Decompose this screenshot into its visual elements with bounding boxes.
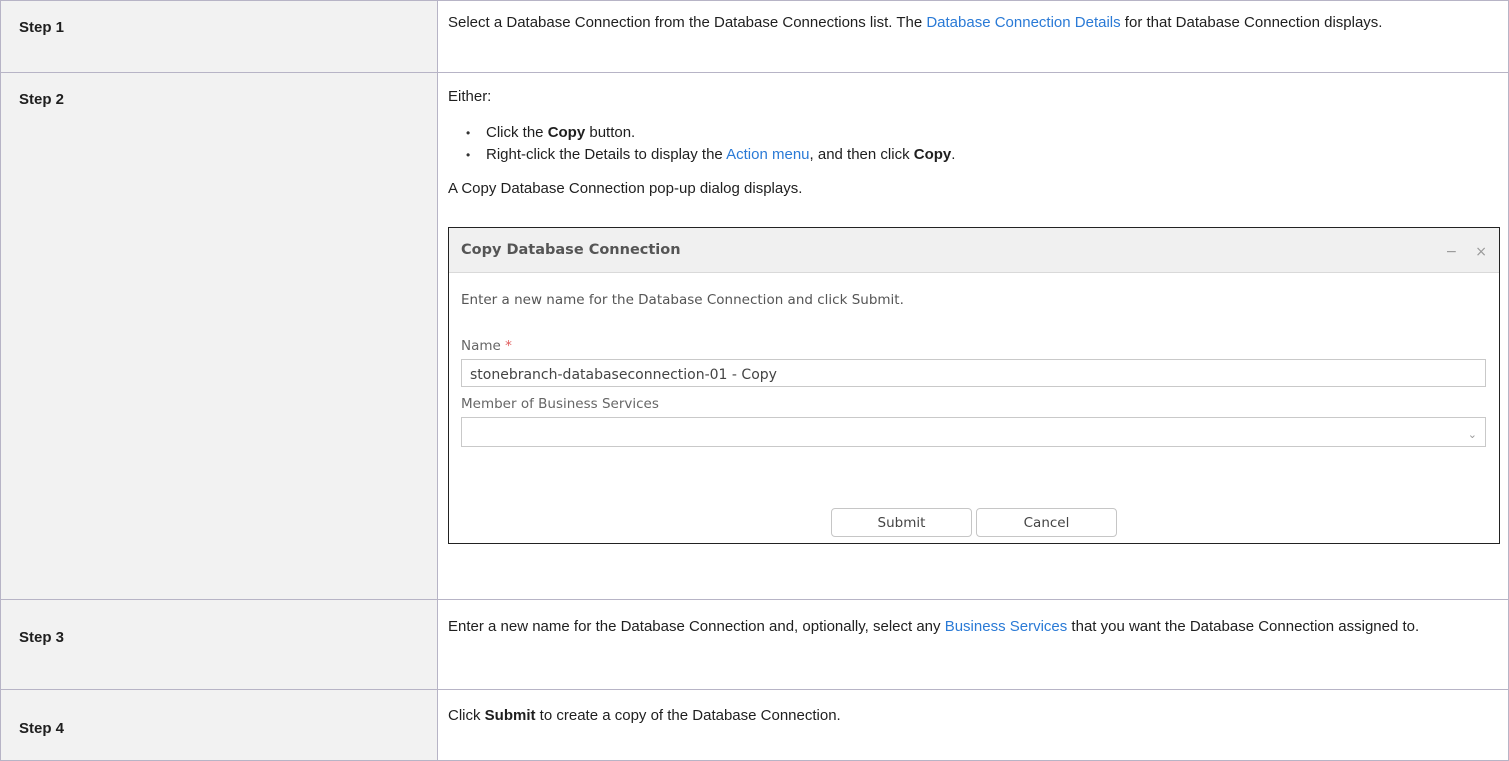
member-label: Member of Business Services — [461, 396, 659, 412]
name-label-text: Name — [461, 338, 501, 354]
step-content: Enter a new name for the Database Connec… — [437, 599, 1509, 690]
bullet-text: . — [951, 146, 956, 163]
cancel-button[interactable]: Cancel — [976, 508, 1117, 537]
bullet-text: button. — [585, 124, 636, 141]
step-row-4: Step 4 Click Submit to create a copy of … — [0, 689, 1509, 761]
step-label: Step 2 — [0, 72, 438, 600]
dialog-body: Enter a new name for the Database Connec… — [449, 273, 1499, 447]
minimize-icon[interactable]: − — [1446, 241, 1458, 263]
dialog-controls: − × — [1446, 241, 1487, 263]
name-label: Name * — [461, 335, 1487, 357]
step-content: Select a Database Connection from the Da… — [437, 0, 1509, 73]
business-services-select[interactable]: ⌄ — [461, 417, 1486, 447]
copy-database-connection-dialog: Copy Database Connection − × Enter a new… — [448, 227, 1500, 544]
step-text: Enter a new name for the Database Connec… — [448, 618, 945, 635]
step-intro: Either: — [448, 88, 492, 105]
business-services-link[interactable]: Business Services — [945, 618, 1068, 635]
step-text: to create a copy of the Database Connect… — [535, 707, 841, 724]
bullet-item: Right-click the Details to display the A… — [466, 144, 1498, 166]
step-text: Select a Database Connection from the Da… — [448, 14, 927, 31]
dialog-instruction: Enter a new name for the Database Connec… — [461, 292, 904, 308]
submit-button[interactable]: Submit — [831, 508, 972, 537]
bullet-bold: Copy — [913, 146, 952, 163]
step-text: for that Database Connection displays. — [1120, 14, 1383, 31]
step-outro: A Copy Database Connection pop-up dialog… — [448, 180, 803, 197]
step-text: Click — [448, 707, 485, 724]
dialog-header: Copy Database Connection − × — [449, 228, 1499, 273]
step-content: Either: Click the Copy button. Right-cli… — [437, 72, 1509, 600]
step-row-1: Step 1 Select a Database Connection from… — [0, 0, 1509, 73]
step-bold: Submit — [484, 707, 536, 724]
bullet-text: Right-click the Details to display the — [486, 146, 727, 163]
step-label: Step 3 — [0, 599, 438, 690]
chevron-down-icon: ⌄ — [1467, 428, 1477, 441]
bullet-item: Click the Copy button. — [466, 122, 1498, 144]
step-label: Step 4 — [0, 689, 438, 761]
bullet-bold: Copy — [547, 124, 586, 141]
bullet-text: Click the — [486, 124, 548, 141]
step-content: Click Submit to create a copy of the Dat… — [437, 689, 1509, 761]
step-row-3: Step 3 Enter a new name for the Database… — [0, 599, 1509, 690]
dialog-title: Copy Database Connection — [461, 242, 681, 258]
close-icon[interactable]: × — [1475, 241, 1487, 263]
action-menu-link[interactable]: Action menu — [726, 146, 809, 163]
name-input[interactable]: stonebranch-databaseconnection-01 - Copy — [461, 359, 1486, 387]
steps-table: Step 1 Select a Database Connection from… — [0, 0, 1509, 761]
dialog-buttons: Submit Cancel — [831, 508, 1117, 537]
step-bullets: Click the Copy button. Right-click the D… — [448, 122, 1498, 166]
bullet-text: , and then click — [809, 146, 914, 163]
step-row-2: Step 2 Either: Click the Copy button. Ri… — [0, 72, 1509, 600]
step-label: Step 1 — [0, 0, 438, 73]
database-connection-details-link[interactable]: Database Connection Details — [926, 14, 1120, 31]
step-text: that you want the Database Connection as… — [1067, 618, 1420, 635]
required-mark: * — [505, 338, 512, 354]
